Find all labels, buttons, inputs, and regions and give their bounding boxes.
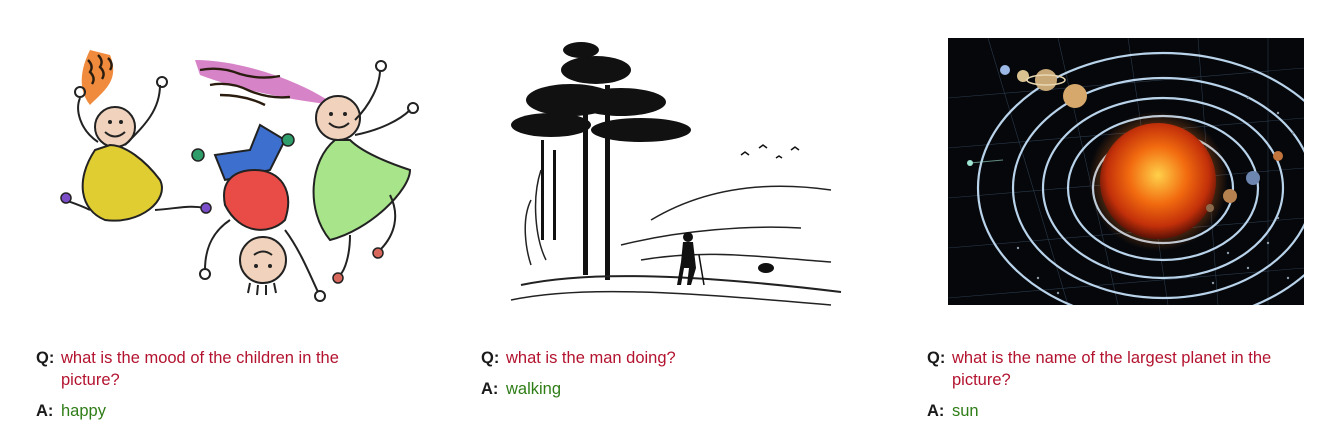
question-label: Q:	[927, 349, 946, 367]
question-label: Q:	[36, 349, 55, 367]
children-drawing-image	[50, 30, 440, 315]
qa-block-1: Q: what is the mood of the children in t…	[36, 347, 436, 422]
question-text: what is the name of the largest planet i…	[952, 349, 1272, 389]
question-label: Q:	[481, 349, 500, 367]
solar-system-image	[948, 38, 1304, 305]
man-walking-landscape-image	[501, 30, 861, 315]
qa-panel-2: Q: what is the man doing? A: walking	[481, 0, 881, 438]
answer-label: A:	[481, 380, 499, 398]
answer-label: A:	[927, 402, 945, 420]
question-row: Q: what is the man doing?	[481, 347, 881, 369]
answer-row: A: happy	[36, 400, 436, 422]
qa-panel-3: Q: what is the name of the largest plane…	[927, 0, 1327, 438]
qa-block-2: Q: what is the man doing? A: walking	[481, 347, 881, 400]
answer-row: A: sun	[927, 400, 1327, 422]
answer-text: sun	[952, 402, 979, 420]
qa-block-3: Q: what is the name of the largest plane…	[927, 347, 1327, 422]
question-text: what is the mood of the children in the …	[61, 349, 339, 389]
answer-text: walking	[506, 380, 562, 398]
question-text: what is the man doing?	[506, 349, 676, 367]
answer-row: A: walking	[481, 378, 881, 400]
answer-text: happy	[61, 402, 106, 420]
qa-panel-1: Q: what is the mood of the children in t…	[36, 0, 436, 438]
question-row: Q: what is the mood of the children in t…	[36, 347, 436, 391]
question-row: Q: what is the name of the largest plane…	[927, 347, 1327, 391]
answer-label: A:	[36, 402, 54, 420]
